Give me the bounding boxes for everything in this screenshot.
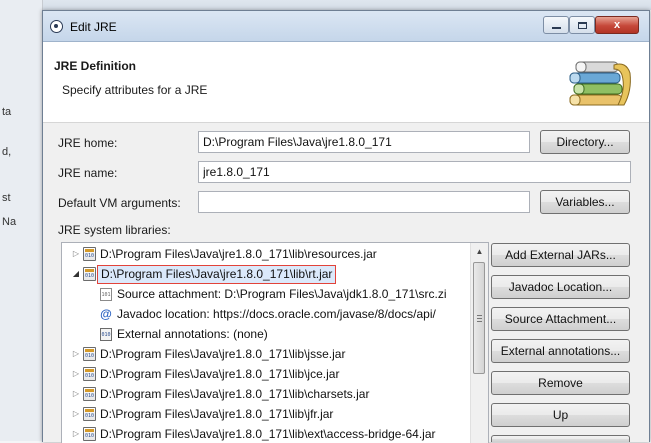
source-attachment-label: Source attachment: D:\Program Files\Java… bbox=[117, 287, 447, 301]
jar-icon bbox=[83, 387, 96, 401]
minimize-icon bbox=[551, 27, 561, 29]
header-description: Specify attributes for a JRE bbox=[62, 83, 208, 97]
vm-arguments-input[interactable] bbox=[198, 191, 530, 213]
dialog-header: JRE Definition Specify attributes for a … bbox=[43, 42, 649, 123]
library-row-resources-jar[interactable]: ▷ D:\Program Files\Java\jre1.8.0_171\lib… bbox=[62, 244, 468, 264]
jar-icon bbox=[83, 267, 96, 281]
library-label: D:\Program Files\Java\jre1.8.0_171\lib\r… bbox=[100, 247, 377, 261]
grip-line bbox=[477, 321, 482, 322]
library-label: D:\Program Files\Java\jre1.8.0_171\lib\r… bbox=[97, 265, 337, 284]
system-libraries-label: JRE system libraries: bbox=[58, 223, 171, 237]
javadoc-location-button[interactable]: Javadoc Location... bbox=[491, 275, 630, 299]
directory-button[interactable]: Directory... bbox=[540, 130, 630, 154]
grip-line bbox=[477, 318, 482, 319]
library-row-access-bridge-jar[interactable]: ▷ D:\Program Files\Java\jre1.8.0_171\lib… bbox=[62, 424, 468, 443]
vertical-scrollbar[interactable]: ▲ bbox=[470, 243, 488, 443]
window-title: Edit JRE bbox=[70, 20, 117, 34]
background-window-top bbox=[42, 0, 651, 10]
jar-icon bbox=[83, 367, 96, 381]
maximize-icon bbox=[577, 21, 587, 29]
source-attachment-row[interactable]: Source attachment: D:\Program Files\Java… bbox=[62, 284, 468, 304]
jre-home-input[interactable] bbox=[198, 131, 530, 153]
variables-button[interactable]: Variables... bbox=[540, 190, 630, 214]
library-row-jfr-jar[interactable]: ▷ D:\Program Files\Java\jre1.8.0_171\lib… bbox=[62, 404, 468, 424]
jar-icon bbox=[83, 347, 96, 361]
system-libraries-tree[interactable]: ▷ D:\Program Files\Java\jre1.8.0_171\lib… bbox=[61, 242, 489, 443]
jar-icon bbox=[83, 407, 96, 421]
library-label: D:\Program Files\Java\jre1.8.0_171\lib\j… bbox=[100, 347, 346, 361]
expand-icon[interactable]: ▷ bbox=[71, 384, 81, 404]
library-row-rt-jar[interactable]: ◢ D:\Program Files\Java\jre1.8.0_171\lib… bbox=[62, 264, 468, 284]
external-annotations-button[interactable]: External annotations... bbox=[491, 339, 630, 363]
library-label: D:\Program Files\Java\jre1.8.0_171\lib\c… bbox=[100, 387, 370, 401]
minimize-button[interactable] bbox=[543, 16, 569, 34]
scroll-up-arrow-icon[interactable]: ▲ bbox=[471, 243, 488, 260]
external-annotations-row[interactable]: External annotations: (none) bbox=[62, 324, 468, 344]
external-annotations-label: External annotations: (none) bbox=[117, 327, 268, 341]
javadoc-location-row[interactable]: @ Javadoc location: https://docs.oracle.… bbox=[62, 304, 468, 324]
title-bar[interactable]: Edit JRE x bbox=[43, 11, 649, 42]
jre-name-label: JRE name: bbox=[58, 166, 118, 180]
jre-name-input[interactable] bbox=[198, 161, 631, 183]
close-icon: x bbox=[613, 19, 621, 31]
library-label: D:\Program Files\Java\jre1.8.0_171\lib\j… bbox=[100, 367, 340, 381]
jar-icon bbox=[83, 247, 96, 261]
javadoc-at-icon: @ bbox=[100, 307, 112, 321]
expand-icon[interactable]: ▷ bbox=[71, 424, 81, 443]
source-file-icon bbox=[100, 288, 112, 301]
background-fragment: Na bbox=[2, 216, 17, 228]
edit-jre-dialog: Edit JRE x JRE Definition Specify attrib… bbox=[42, 10, 650, 443]
expand-icon[interactable]: ▷ bbox=[71, 344, 81, 364]
expand-icon[interactable]: ▷ bbox=[71, 244, 81, 264]
annotations-icon bbox=[100, 328, 112, 341]
collapse-icon[interactable]: ◢ bbox=[71, 264, 81, 284]
expand-icon[interactable]: ▷ bbox=[71, 404, 81, 424]
add-external-jars-button[interactable]: Add External JARs... bbox=[491, 243, 630, 267]
library-label: D:\Program Files\Java\jre1.8.0_171\lib\e… bbox=[100, 427, 436, 441]
background-fragment: st bbox=[2, 192, 11, 204]
background-fragment: d, bbox=[2, 146, 12, 158]
jar-icon bbox=[83, 427, 96, 441]
maximize-button[interactable] bbox=[569, 16, 595, 34]
jre-home-label: JRE home: bbox=[58, 136, 118, 150]
library-row-jce-jar[interactable]: ▷ D:\Program Files\Java\jre1.8.0_171\lib… bbox=[62, 364, 468, 384]
library-row-charsets-jar[interactable]: ▷ D:\Program Files\Java\jre1.8.0_171\lib… bbox=[62, 384, 468, 404]
up-button[interactable]: Up bbox=[491, 403, 630, 427]
expand-icon[interactable]: ▷ bbox=[71, 364, 81, 384]
scrollbar-thumb[interactable] bbox=[473, 262, 485, 374]
close-button[interactable]: x bbox=[595, 16, 639, 34]
library-label: D:\Program Files\Java\jre1.8.0_171\lib\j… bbox=[100, 407, 334, 421]
remove-button[interactable]: Remove bbox=[491, 371, 630, 395]
vm-arguments-label: Default VM arguments: bbox=[58, 196, 181, 210]
header-title: JRE Definition bbox=[54, 59, 137, 73]
background-fragment: ta bbox=[2, 106, 12, 118]
grip-line bbox=[477, 315, 482, 316]
jre-library-books-icon bbox=[569, 61, 631, 106]
javadoc-location-label: Javadoc location: https://docs.oracle.co… bbox=[117, 307, 436, 321]
source-attachment-button[interactable]: Source Attachment... bbox=[491, 307, 630, 331]
background-window-strip: ta d, st Na bbox=[0, 0, 43, 441]
eclipse-icon bbox=[50, 20, 63, 33]
library-row-jsse-jar[interactable]: ▷ D:\Program Files\Java\jre1.8.0_171\lib… bbox=[62, 344, 468, 364]
